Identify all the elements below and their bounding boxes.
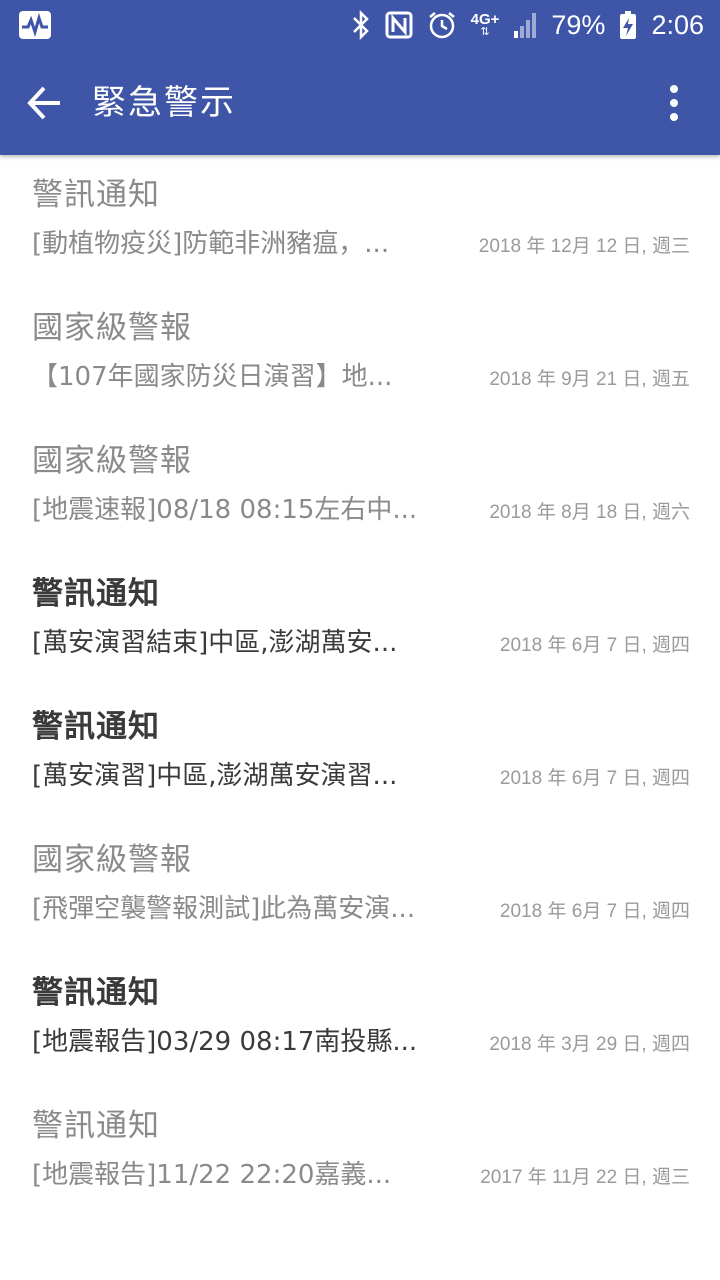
alert-message-preview: [飛彈空襲警報測試]此為萬安演... bbox=[32, 894, 416, 924]
page-title: 緊急警示 bbox=[92, 83, 236, 123]
alert-title: 警訊通知 bbox=[32, 576, 160, 612]
alert-item[interactable]: 國家級警報 [地震速報]08/18 08:15左右中... 2018 年 8月 … bbox=[0, 421, 720, 554]
app-bar: 緊急警示 bbox=[0, 50, 720, 155]
alert-message-preview: [動植物疫災]防範非洲豬瘟，... bbox=[32, 229, 390, 259]
alert-item[interactable]: 警訊通知 [地震報告]03/29 08:17南投縣... 2018 年 3月 2… bbox=[0, 953, 720, 1086]
alert-date: 2018 年 9月 21 日, 週五 bbox=[489, 369, 690, 390]
alert-message-preview: [地震報告]11/22 22:20嘉義... bbox=[32, 1160, 392, 1190]
alert-date: 2018 年 12月 12 日, 週三 bbox=[478, 236, 690, 257]
alert-title: 國家級警報 bbox=[32, 443, 192, 479]
alert-item[interactable]: 警訊通知 [萬安演習]中區,澎湖萬安演習... 2018 年 6月 7 日, 週… bbox=[0, 687, 720, 820]
clock: 2:06 bbox=[651, 9, 704, 40]
more-options-button[interactable] bbox=[664, 80, 684, 126]
nfc-icon bbox=[385, 11, 413, 39]
alert-title: 警訊通知 bbox=[32, 177, 160, 213]
more-vert-icon bbox=[670, 85, 678, 121]
alert-title: 警訊通知 bbox=[32, 709, 160, 745]
bluetooth-icon bbox=[351, 10, 371, 40]
alert-date: 2018 年 6月 7 日, 週四 bbox=[499, 635, 690, 656]
activity-icon bbox=[18, 10, 52, 44]
arrow-back-icon bbox=[27, 86, 60, 120]
alert-item[interactable]: 警訊通知 [萬安演習結束]中區,澎湖萬安... 2018 年 6月 7 日, 週… bbox=[0, 554, 720, 687]
alarm-icon bbox=[427, 10, 457, 40]
alert-item[interactable]: 警訊通知 [地震報告]11/22 22:20嘉義... 2017 年 11月 2… bbox=[0, 1086, 720, 1219]
status-bar: 4G+ ⇅ 79% 2:06 bbox=[0, 0, 720, 50]
alert-list: 警訊通知 [動植物疫災]防範非洲豬瘟，... 2018 年 12月 12 日, … bbox=[0, 155, 720, 1219]
alert-date: 2018 年 8月 18 日, 週六 bbox=[489, 502, 690, 523]
alert-message-preview: [地震速報]08/18 08:15左右中... bbox=[32, 495, 418, 525]
alert-message-preview: [萬安演習]中區,澎湖萬安演習... bbox=[32, 761, 398, 791]
signal-icon bbox=[513, 11, 537, 39]
alert-date: 2018 年 6月 7 日, 週四 bbox=[499, 768, 690, 789]
alert-message-preview: [萬安演習結束]中區,澎湖萬安... bbox=[32, 628, 398, 658]
alert-title: 警訊通知 bbox=[32, 1108, 160, 1144]
alert-title: 警訊通知 bbox=[32, 975, 160, 1011]
alert-item[interactable]: 警訊通知 [動植物疫災]防範非洲豬瘟，... 2018 年 12月 12 日, … bbox=[0, 155, 720, 288]
alert-message-preview: 【107年國家防災日演習】地... bbox=[32, 362, 393, 392]
network-icon: 4G+ ⇅ bbox=[470, 11, 500, 38]
battery-charging-icon bbox=[619, 10, 637, 40]
battery-percent: 79% bbox=[551, 9, 606, 40]
alert-title: 國家級警報 bbox=[32, 842, 192, 878]
alert-message-preview: [地震報告]03/29 08:17南投縣... bbox=[32, 1027, 418, 1057]
alert-date: 2017 年 11月 22 日, 週三 bbox=[480, 1167, 690, 1188]
alert-item[interactable]: 國家級警報 [飛彈空襲警報測試]此為萬安演... 2018 年 6月 7 日, … bbox=[0, 820, 720, 953]
back-button[interactable] bbox=[22, 80, 68, 126]
alert-date: 2018 年 6月 7 日, 週四 bbox=[499, 901, 690, 922]
alert-date: 2018 年 3月 29 日, 週四 bbox=[489, 1034, 690, 1055]
alert-item[interactable]: 國家級警報 【107年國家防災日演習】地... 2018 年 9月 21 日, … bbox=[0, 288, 720, 421]
network-type-label: 4G+ bbox=[470, 11, 500, 28]
alert-title: 國家級警報 bbox=[32, 310, 192, 346]
